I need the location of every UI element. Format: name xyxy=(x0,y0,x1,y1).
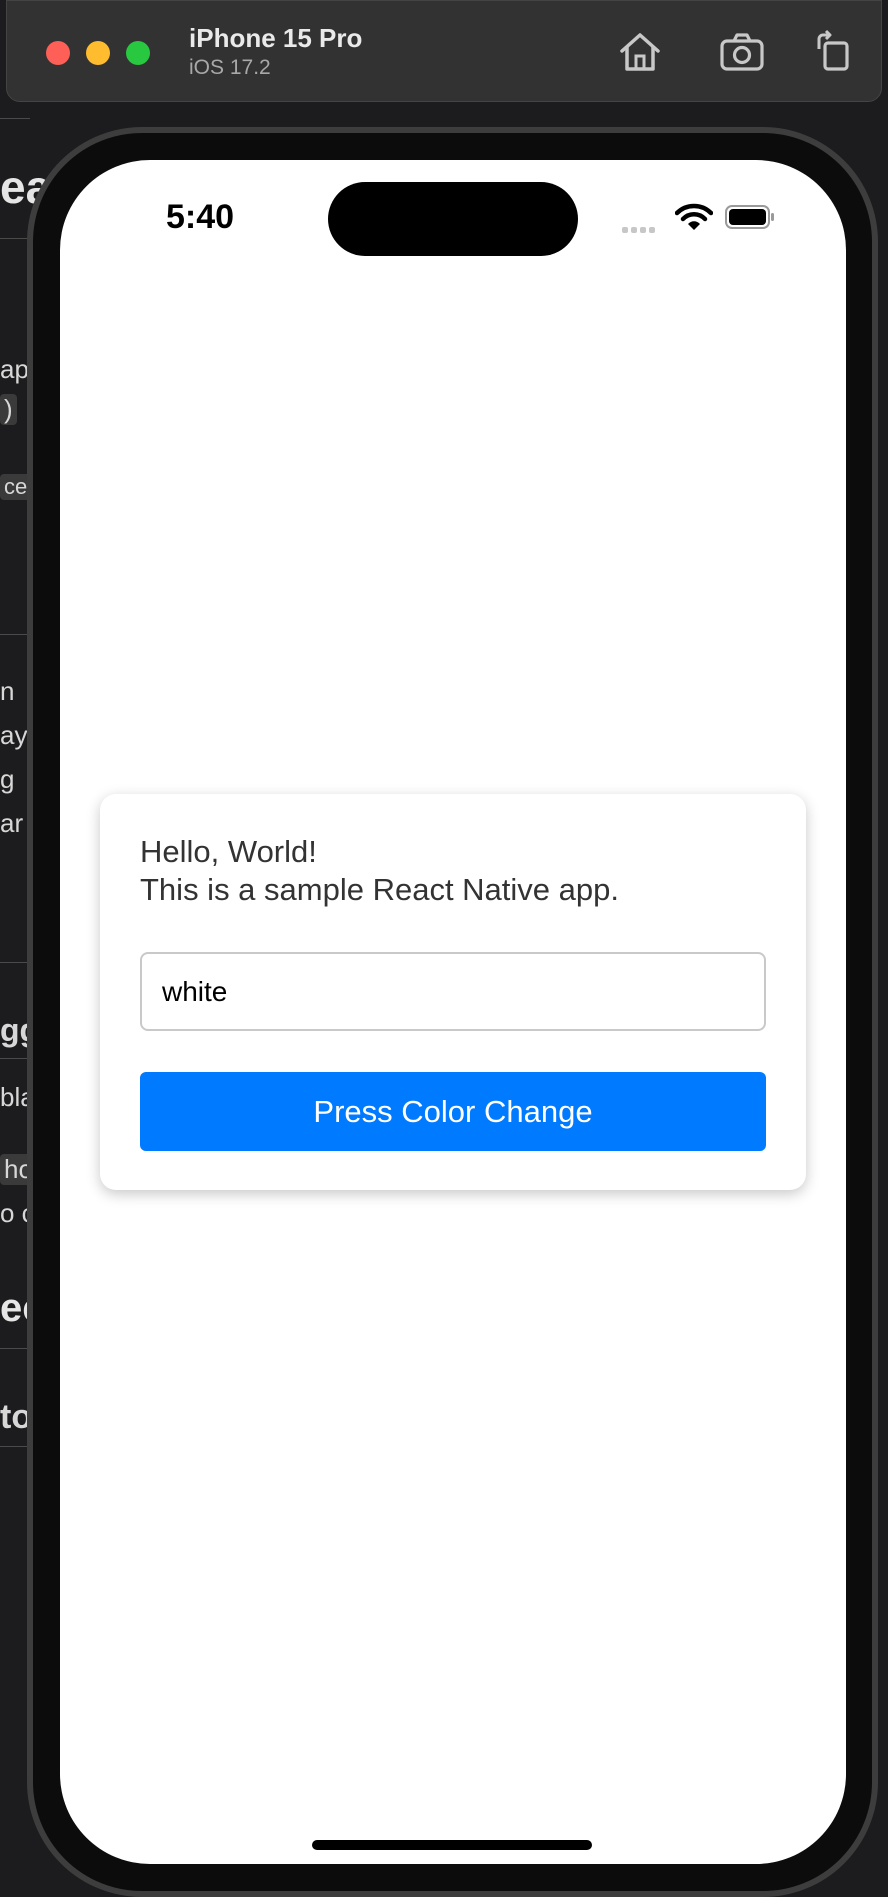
bg-fragment: ar xyxy=(0,808,24,838)
greeting-text: Hello, World! xyxy=(140,834,317,869)
divider xyxy=(0,238,30,239)
phone-screen: 5:40 Hello, World! This is a sample Reac… xyxy=(60,160,846,1864)
wifi-icon xyxy=(674,202,714,232)
divider xyxy=(0,1348,30,1349)
bg-fragment: n xyxy=(0,676,15,706)
bg-fragment: ) xyxy=(0,394,17,425)
divider xyxy=(0,1446,30,1447)
divider xyxy=(0,634,30,635)
cellular-signal-icon xyxy=(622,220,658,238)
simulator-titlebar: iPhone 15 Pro iOS 17.2 xyxy=(6,0,882,102)
screenshot-icon[interactable] xyxy=(719,29,765,75)
divider xyxy=(0,962,30,963)
divider xyxy=(0,118,30,119)
color-input[interactable] xyxy=(140,952,766,1031)
divider xyxy=(0,1058,30,1059)
bg-fragment: ap xyxy=(0,354,29,384)
close-window-button[interactable] xyxy=(46,41,70,65)
zoom-window-button[interactable] xyxy=(126,41,150,65)
color-change-button[interactable]: Press Color Change xyxy=(140,1072,766,1151)
battery-icon xyxy=(725,205,775,229)
rotate-icon[interactable] xyxy=(811,29,857,75)
device-os-version: iOS 17.2 xyxy=(189,56,271,79)
minimize-window-button[interactable] xyxy=(86,41,110,65)
bg-fragment: ay xyxy=(0,720,28,750)
description-text: This is a sample React Native app. xyxy=(140,872,619,907)
device-name: iPhone 15 Pro xyxy=(189,23,363,53)
dynamic-island xyxy=(328,182,578,256)
app-card: Hello, World! This is a sample React Nat… xyxy=(100,794,806,1190)
home-indicator[interactable] xyxy=(312,1840,592,1850)
home-icon[interactable] xyxy=(617,29,663,75)
status-time: 5:40 xyxy=(166,198,235,236)
bg-fragment: g xyxy=(0,764,15,794)
